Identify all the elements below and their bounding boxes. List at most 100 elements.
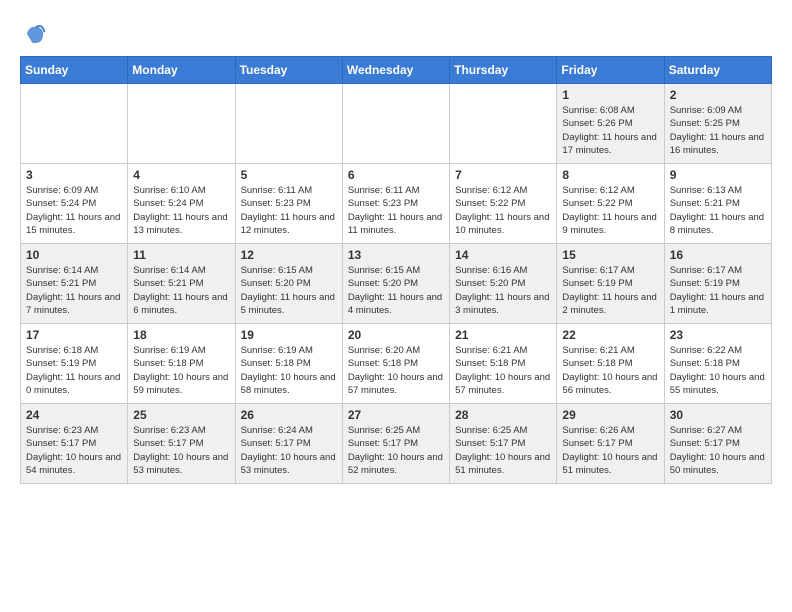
day-number: 3 bbox=[26, 168, 122, 182]
calendar-cell: 6 Sunrise: 6:11 AMSunset: 5:23 PMDaylight… bbox=[342, 164, 449, 244]
calendar-cell bbox=[450, 84, 557, 164]
day-info: Sunrise: 6:10 AMSunset: 5:24 PMDaylight:… bbox=[133, 184, 229, 237]
weekday-header-friday: Friday bbox=[557, 57, 664, 84]
calendar-cell: 23 Sunrise: 6:22 AMSunset: 5:18 PMDayligh… bbox=[664, 324, 771, 404]
day-info: Sunrise: 6:11 AMSunset: 5:23 PMDaylight:… bbox=[348, 184, 444, 237]
calendar-cell: 13Sunrise: 6:15 AMSunset: 5:20 PMDayligh… bbox=[342, 244, 449, 324]
day-number: 19 bbox=[241, 328, 337, 342]
calendar-cell: 3 Sunrise: 6:09 AMSunset: 5:24 PMDaylight… bbox=[21, 164, 128, 244]
day-info: Sunrise: 6:08 AMSunset: 5:26 PMDaylight:… bbox=[562, 104, 658, 157]
calendar-cell: 28 Sunrise: 6:25 AMSunset: 5:17 PMDayligh… bbox=[450, 404, 557, 484]
day-number: 27 bbox=[348, 408, 444, 422]
day-info: Sunrise: 6:12 AMSunset: 5:22 PMDaylight:… bbox=[562, 184, 658, 237]
calendar-cell: 24 Sunrise: 6:23 AMSunset: 5:17 PMDayligh… bbox=[21, 404, 128, 484]
day-info: Sunrise: 6:24 AMSunset: 5:17 PMDaylight:… bbox=[241, 424, 337, 477]
day-info: Sunrise: 6:09 AMSunset: 5:25 PMDaylight:… bbox=[670, 104, 766, 157]
calendar-cell: 19 Sunrise: 6:19 AMSunset: 5:18 PMDayligh… bbox=[235, 324, 342, 404]
day-info: Sunrise: 6:17 AMSunset: 5:19 PMDaylight:… bbox=[562, 264, 658, 317]
calendar-cell: 14 Sunrise: 6:16 AMSunset: 5:20 PMDayligh… bbox=[450, 244, 557, 324]
day-number: 12 bbox=[241, 248, 337, 262]
day-number: 29 bbox=[562, 408, 658, 422]
calendar-cell: 16 Sunrise: 6:17 AMSunset: 5:19 PMDayligh… bbox=[664, 244, 771, 324]
calendar-header-row: SundayMondayTuesdayWednesdayThursdayFrid… bbox=[21, 57, 772, 84]
day-number: 17 bbox=[26, 328, 122, 342]
day-info: Sunrise: 6:16 AMSunset: 5:20 PMDaylight:… bbox=[455, 264, 551, 317]
weekday-header-sunday: Sunday bbox=[21, 57, 128, 84]
calendar-week-4: 17Sunrise: 6:18 AMSunset: 5:19 PMDayligh… bbox=[21, 324, 772, 404]
calendar-cell bbox=[235, 84, 342, 164]
weekday-header-wednesday: Wednesday bbox=[342, 57, 449, 84]
day-number: 8 bbox=[562, 168, 658, 182]
calendar-cell: 17Sunrise: 6:18 AMSunset: 5:19 PMDayligh… bbox=[21, 324, 128, 404]
calendar-week-5: 24 Sunrise: 6:23 AMSunset: 5:17 PMDayligh… bbox=[21, 404, 772, 484]
day-info: Sunrise: 6:21 AMSunset: 5:18 PMDaylight:… bbox=[562, 344, 658, 397]
day-info: Sunrise: 6:11 AMSunset: 5:23 PMDaylight:… bbox=[241, 184, 337, 237]
day-info: Sunrise: 6:25 AMSunset: 5:17 PMDaylight:… bbox=[455, 424, 551, 477]
calendar-cell: 27 Sunrise: 6:25 AMSunset: 5:17 PMDayligh… bbox=[342, 404, 449, 484]
logo bbox=[20, 20, 52, 48]
calendar-table: SundayMondayTuesdayWednesdayThursdayFrid… bbox=[20, 56, 772, 484]
day-number: 9 bbox=[670, 168, 766, 182]
calendar-cell: 12 Sunrise: 6:15 AMSunset: 5:20 PMDayligh… bbox=[235, 244, 342, 324]
calendar-cell: 30 Sunrise: 6:27 AMSunset: 5:17 PMDayligh… bbox=[664, 404, 771, 484]
calendar-cell: 4 Sunrise: 6:10 AMSunset: 5:24 PMDaylight… bbox=[128, 164, 235, 244]
calendar-cell: 25 Sunrise: 6:23 AMSunset: 5:17 PMDayligh… bbox=[128, 404, 235, 484]
day-number: 18 bbox=[133, 328, 229, 342]
day-info: Sunrise: 6:23 AMSunset: 5:17 PMDaylight:… bbox=[26, 424, 122, 477]
day-info: Sunrise: 6:09 AMSunset: 5:24 PMDaylight:… bbox=[26, 184, 122, 237]
day-number: 14 bbox=[455, 248, 551, 262]
day-info: Sunrise: 6:19 AMSunset: 5:18 PMDaylight:… bbox=[133, 344, 229, 397]
day-number: 21 bbox=[455, 328, 551, 342]
day-info: Sunrise: 6:20 AMSunset: 5:18 PMDaylight:… bbox=[348, 344, 444, 397]
day-number: 26 bbox=[241, 408, 337, 422]
calendar-cell bbox=[342, 84, 449, 164]
calendar-cell: 20 Sunrise: 6:20 AMSunset: 5:18 PMDayligh… bbox=[342, 324, 449, 404]
day-number: 10 bbox=[26, 248, 122, 262]
day-number: 2 bbox=[670, 88, 766, 102]
weekday-header-thursday: Thursday bbox=[450, 57, 557, 84]
calendar-week-1: 1 Sunrise: 6:08 AMSunset: 5:26 PMDaylight… bbox=[21, 84, 772, 164]
day-number: 16 bbox=[670, 248, 766, 262]
weekday-header-monday: Monday bbox=[128, 57, 235, 84]
day-info: Sunrise: 6:27 AMSunset: 5:17 PMDaylight:… bbox=[670, 424, 766, 477]
logo-icon bbox=[20, 20, 48, 48]
day-number: 5 bbox=[241, 168, 337, 182]
day-number: 20 bbox=[348, 328, 444, 342]
day-number: 4 bbox=[133, 168, 229, 182]
day-info: Sunrise: 6:21 AMSunset: 5:18 PMDaylight:… bbox=[455, 344, 551, 397]
day-info: Sunrise: 6:25 AMSunset: 5:17 PMDaylight:… bbox=[348, 424, 444, 477]
day-info: Sunrise: 6:15 AMSunset: 5:20 PMDaylight:… bbox=[348, 264, 444, 317]
weekday-header-saturday: Saturday bbox=[664, 57, 771, 84]
day-info: Sunrise: 6:19 AMSunset: 5:18 PMDaylight:… bbox=[241, 344, 337, 397]
day-number: 23 bbox=[670, 328, 766, 342]
calendar-cell: 2 Sunrise: 6:09 AMSunset: 5:25 PMDaylight… bbox=[664, 84, 771, 164]
day-number: 24 bbox=[26, 408, 122, 422]
weekday-header-tuesday: Tuesday bbox=[235, 57, 342, 84]
day-info: Sunrise: 6:17 AMSunset: 5:19 PMDaylight:… bbox=[670, 264, 766, 317]
calendar-cell bbox=[21, 84, 128, 164]
day-number: 25 bbox=[133, 408, 229, 422]
calendar-cell: 7 Sunrise: 6:12 AMSunset: 5:22 PMDaylight… bbox=[450, 164, 557, 244]
day-number: 7 bbox=[455, 168, 551, 182]
calendar-cell: 29Sunrise: 6:26 AMSunset: 5:17 PMDayligh… bbox=[557, 404, 664, 484]
day-info: Sunrise: 6:13 AMSunset: 5:21 PMDaylight:… bbox=[670, 184, 766, 237]
calendar-cell: 8 Sunrise: 6:12 AMSunset: 5:22 PMDaylight… bbox=[557, 164, 664, 244]
day-number: 22 bbox=[562, 328, 658, 342]
day-number: 1 bbox=[562, 88, 658, 102]
calendar-cell: 5 Sunrise: 6:11 AMSunset: 5:23 PMDaylight… bbox=[235, 164, 342, 244]
day-number: 28 bbox=[455, 408, 551, 422]
calendar-cell: 11Sunrise: 6:14 AMSunset: 5:21 PMDayligh… bbox=[128, 244, 235, 324]
calendar-cell: 21 Sunrise: 6:21 AMSunset: 5:18 PMDayligh… bbox=[450, 324, 557, 404]
day-info: Sunrise: 6:22 AMSunset: 5:18 PMDaylight:… bbox=[670, 344, 766, 397]
day-number: 6 bbox=[348, 168, 444, 182]
day-info: Sunrise: 6:15 AMSunset: 5:20 PMDaylight:… bbox=[241, 264, 337, 317]
calendar-cell: 1 Sunrise: 6:08 AMSunset: 5:26 PMDaylight… bbox=[557, 84, 664, 164]
calendar-cell: 18 Sunrise: 6:19 AMSunset: 5:18 PMDayligh… bbox=[128, 324, 235, 404]
calendar-cell: 22 Sunrise: 6:21 AMSunset: 5:18 PMDayligh… bbox=[557, 324, 664, 404]
day-info: Sunrise: 6:12 AMSunset: 5:22 PMDaylight:… bbox=[455, 184, 551, 237]
calendar-cell: 10Sunrise: 6:14 AMSunset: 5:21 PMDayligh… bbox=[21, 244, 128, 324]
day-info: Sunrise: 6:23 AMSunset: 5:17 PMDaylight:… bbox=[133, 424, 229, 477]
calendar-week-3: 10Sunrise: 6:14 AMSunset: 5:21 PMDayligh… bbox=[21, 244, 772, 324]
day-number: 11 bbox=[133, 248, 229, 262]
day-number: 30 bbox=[670, 408, 766, 422]
